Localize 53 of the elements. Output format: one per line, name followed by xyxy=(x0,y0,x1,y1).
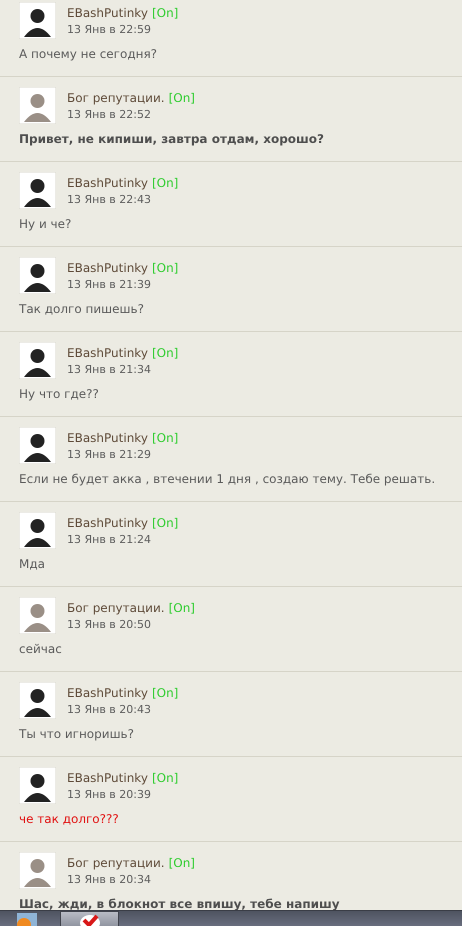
avatar-icon[interactable] xyxy=(19,342,56,379)
user-name[interactable]: EBashPutinky xyxy=(67,346,148,360)
user-name[interactable]: EBashPutinky xyxy=(67,6,148,20)
user-name[interactable]: EBashPutinky xyxy=(67,260,148,274)
message-text: А почему не сегодня? xyxy=(19,47,158,62)
message-text: Шас, жди, в блокнот все впишу, тебе напишу xyxy=(19,897,341,912)
message-text: Мда xyxy=(19,557,46,572)
online-status: [On] xyxy=(168,856,195,870)
online-status: [On] xyxy=(152,176,178,190)
message-time: 13 Янв в 20:39 xyxy=(67,788,152,800)
user-name[interactable]: Бог репутации. xyxy=(67,90,165,104)
online-status: [On] xyxy=(152,770,178,784)
online-status: [On] xyxy=(152,686,178,700)
message-text: сейчас xyxy=(19,642,63,657)
avatar-icon[interactable] xyxy=(19,427,56,464)
online-status: [On] xyxy=(152,346,178,360)
message-text: Ты что игноришь? xyxy=(19,727,135,742)
avatar-icon[interactable] xyxy=(19,2,56,39)
message-time: 13 Янв в 20:43 xyxy=(67,702,152,716)
avatar-icon[interactable] xyxy=(19,512,56,549)
online-status: [On] xyxy=(168,90,195,104)
avatar-icon[interactable] xyxy=(19,257,56,294)
avatar-icon[interactable] xyxy=(19,767,56,804)
message-text: че так долго??? xyxy=(19,812,120,827)
message-time: 13 Янв в 22:43 xyxy=(67,192,152,206)
user-name[interactable]: Бог репутации. xyxy=(67,600,165,614)
avatar-icon[interactable] xyxy=(19,172,56,209)
user-name[interactable]: EBashPutinky xyxy=(67,770,148,784)
user-name[interactable]: Бог репутации. xyxy=(67,856,165,870)
online-status: [On] xyxy=(152,260,178,274)
message-time: 13 Янв в 22:59 xyxy=(67,22,152,36)
user-name[interactable]: EBashPutinky xyxy=(67,176,148,190)
avatar-icon[interactable] xyxy=(19,682,56,719)
user-name[interactable]: EBashPutinky xyxy=(67,516,148,530)
message-text: Так долго пишешь? xyxy=(19,302,145,317)
message-time: 13 Янв в 21:34 xyxy=(67,362,152,376)
online-status: [On] xyxy=(152,6,178,20)
message-text: Если не будет акка , втечении 1 дня , создаю тему. Тебе решать. xyxy=(19,472,436,487)
message-time: 13 Янв в 22:52 xyxy=(67,108,152,120)
message-text: Привет, не кипиши, завтра отдам, хорошо? xyxy=(19,132,325,147)
message-time: 13 Янв в 21:24 xyxy=(67,532,152,546)
message-time: 13 Янв в 20:34 xyxy=(67,872,152,886)
message-text: Ну и че? xyxy=(19,217,72,232)
message-text: Ну что где?? xyxy=(19,387,100,402)
message-time: 13 Янв в 21:39 xyxy=(67,278,152,290)
online-status: [On] xyxy=(152,516,178,530)
online-status: [On] xyxy=(168,600,195,614)
taskbar-button[interactable] xyxy=(60,911,119,926)
message-time: 13 Янв в 21:29 xyxy=(67,448,152,460)
message-time: 13 Янв в 20:50 xyxy=(67,618,152,630)
user-name[interactable]: EBashPutinky xyxy=(67,686,148,700)
online-status: [On] xyxy=(152,430,178,444)
user-name[interactable]: EBashPutinky xyxy=(67,430,148,444)
